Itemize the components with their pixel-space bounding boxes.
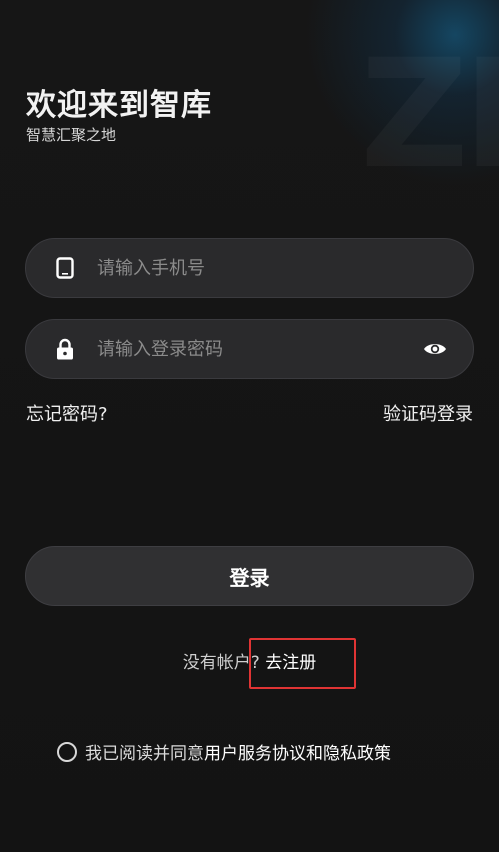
terms-link[interactable]: 用户服务协议和隐私政策: [204, 739, 391, 764]
register-question: 没有帐户?: [182, 653, 260, 673]
phone-icon: [53, 256, 77, 280]
phone-input[interactable]: [97, 257, 473, 279]
agreement-row: 我已阅读并同意 用户服务协议和隐私政策: [57, 739, 391, 764]
agreement-prefix: 我已阅读并同意: [85, 744, 204, 764]
login-button[interactable]: 登录: [25, 546, 474, 606]
password-input[interactable]: [97, 338, 422, 360]
phone-field[interactable]: [25, 238, 474, 298]
lock-icon: [53, 337, 77, 361]
login-screen: ZK 欢迎来到智库 智慧汇聚之地 忘记密码?: [0, 0, 499, 852]
register-link[interactable]: 去注册: [265, 653, 316, 673]
password-field[interactable]: [25, 319, 474, 379]
logo-watermark: ZK: [360, 40, 499, 190]
sms-login-link[interactable]: 验证码登录: [383, 400, 473, 426]
page-subtitle: 智慧汇聚之地: [26, 126, 117, 144]
register-row: 没有帐户? 去注册: [0, 648, 499, 673]
forgot-password-link[interactable]: 忘记密码?: [26, 400, 108, 426]
page-title: 欢迎来到智库: [26, 88, 212, 123]
eye-icon[interactable]: [422, 339, 448, 359]
agreement-checkbox[interactable]: [57, 741, 77, 762]
